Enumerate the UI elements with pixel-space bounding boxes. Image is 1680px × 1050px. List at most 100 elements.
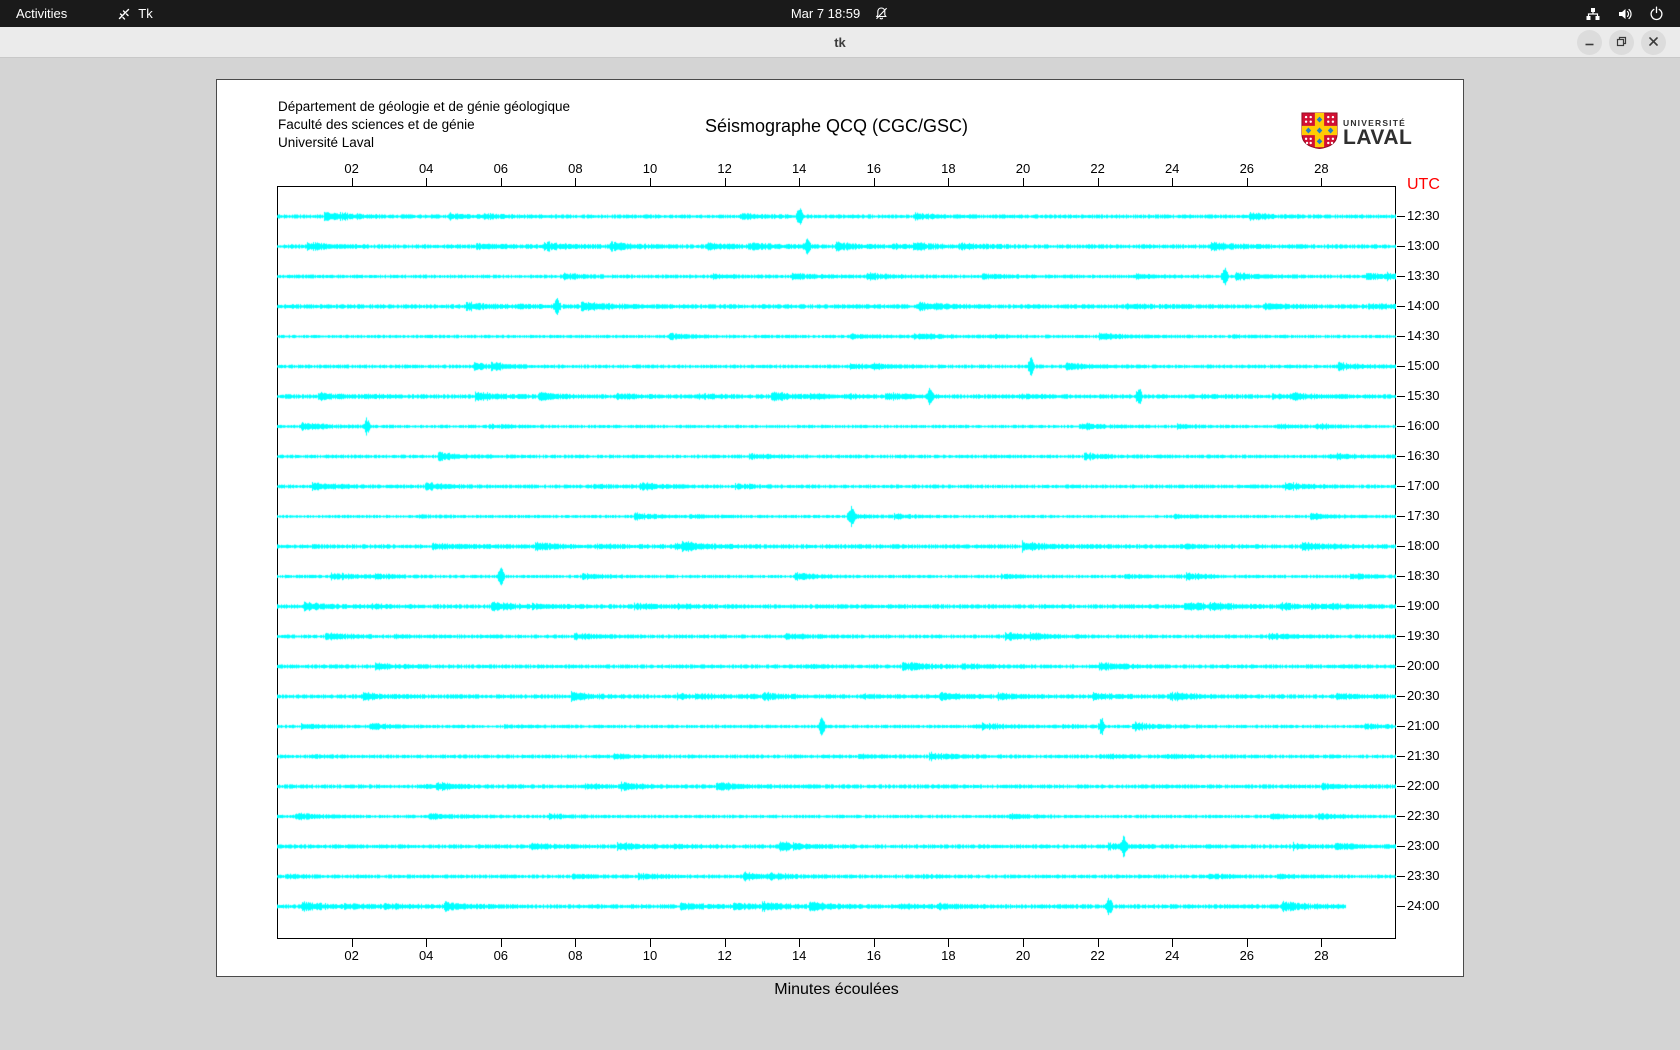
- x-tick: [873, 939, 875, 947]
- x-tick-label: 20: [1015, 161, 1031, 176]
- x-tick-label: 26: [1239, 161, 1255, 176]
- system-status-area[interactable]: [1569, 0, 1680, 27]
- x-tick-label: 04: [418, 161, 434, 176]
- time-tick: [1397, 846, 1405, 847]
- x-tick: [1321, 178, 1323, 186]
- desktop: Département de géologie et de génie géol…: [0, 58, 1680, 1050]
- time-tick: [1397, 786, 1405, 787]
- time-label: 14:30: [1407, 328, 1440, 343]
- time-tick: [1397, 756, 1405, 757]
- time-tick: [1397, 906, 1405, 907]
- time-label: 20:00: [1407, 658, 1440, 673]
- x-tick: [873, 178, 875, 186]
- x-tick: [724, 939, 726, 947]
- clock-area[interactable]: Mar 7 18:59: [791, 0, 889, 27]
- time-tick: [1397, 876, 1405, 877]
- window-title: tk: [834, 34, 846, 50]
- x-tick: [1321, 939, 1323, 947]
- time-label: 24:00: [1407, 898, 1440, 913]
- x-tick-label: 08: [568, 948, 583, 963]
- time-label: 16:30: [1407, 448, 1440, 463]
- x-tick: [575, 178, 577, 186]
- x-tick-label: 28: [1314, 948, 1329, 963]
- time-tick: [1397, 366, 1405, 367]
- time-tick: [1397, 306, 1405, 307]
- time-tick: [1397, 336, 1405, 337]
- time-label: 13:30: [1407, 268, 1440, 283]
- seismogram-traces-canvas: [277, 186, 1396, 939]
- x-tick: [426, 178, 428, 186]
- x-tick-label: 10: [642, 161, 658, 176]
- x-tick-label: 14: [791, 161, 807, 176]
- x-tick: [948, 178, 950, 186]
- tk-app-icon: [117, 7, 131, 21]
- time-tick: [1397, 816, 1405, 817]
- x-tick: [1246, 178, 1248, 186]
- page-title: Séismographe QCQ (CGC/GSC): [704, 116, 969, 136]
- time-tick: [1397, 636, 1405, 637]
- close-button[interactable]: [1641, 30, 1666, 55]
- x-tick-label: 18: [941, 161, 956, 176]
- window-titlebar[interactable]: tk: [0, 27, 1680, 58]
- laval-shield-icon: [1301, 112, 1338, 154]
- restore-button[interactable]: [1609, 30, 1634, 55]
- time-tick: [1397, 216, 1405, 217]
- time-tick: [1397, 486, 1405, 487]
- time-tick: [1397, 456, 1405, 457]
- x-tick: [351, 939, 353, 947]
- time-tick: [1397, 696, 1405, 697]
- x-tick: [948, 939, 950, 947]
- time-tick: [1397, 576, 1405, 577]
- x-tick-label: 26: [1239, 948, 1255, 963]
- laval-logo: UNIVERSITÉ LAVAL: [1301, 112, 1412, 154]
- x-tick: [799, 939, 801, 947]
- clock-label: Mar 7 18:59: [790, 6, 861, 21]
- time-label: 18:30: [1407, 568, 1440, 583]
- x-tick-label: 06: [493, 948, 509, 963]
- x-tick-label: 12: [717, 161, 732, 176]
- x-tick-label: 02: [344, 948, 359, 963]
- top-bar: Activities Tk Mar 7 18:59: [0, 0, 1680, 27]
- activities-button[interactable]: Activities: [0, 0, 83, 27]
- x-tick: [575, 939, 577, 947]
- x-tick: [1097, 178, 1099, 186]
- time-label: 18:00: [1407, 538, 1440, 553]
- time-label: 16:00: [1407, 418, 1440, 433]
- x-tick-label: 02: [344, 161, 359, 176]
- minimize-button[interactable]: [1577, 30, 1602, 55]
- x-tick-label: 24: [1164, 948, 1180, 963]
- time-tick: [1397, 546, 1405, 547]
- time-label: 20:30: [1407, 688, 1440, 703]
- time-label: 17:00: [1407, 478, 1440, 493]
- x-tick-label: 04: [418, 948, 434, 963]
- x-tick: [1172, 178, 1174, 186]
- x-axis-label: Minutes écoulées: [774, 981, 899, 998]
- time-label: 23:00: [1407, 838, 1440, 853]
- x-tick: [650, 178, 651, 186]
- tk-app-label: Tk: [138, 6, 153, 21]
- x-tick-label: 20: [1015, 948, 1031, 963]
- x-tick-label: 22: [1090, 161, 1105, 176]
- x-tick-label: 22: [1090, 948, 1105, 963]
- time-label: 21:00: [1407, 718, 1440, 733]
- x-tick-label: 16: [866, 161, 882, 176]
- tk-app-indicator[interactable]: Tk: [109, 0, 160, 27]
- time-label: 17:30: [1407, 508, 1440, 523]
- top-bar-left: Activities Tk: [0, 0, 161, 27]
- time-tick: [1397, 516, 1405, 517]
- time-tick: [1397, 666, 1405, 667]
- time-tick: [1397, 396, 1405, 397]
- x-tick-label: 16: [866, 948, 882, 963]
- x-tick: [799, 178, 801, 186]
- x-tick-label: 12: [717, 948, 732, 963]
- network-icon: [1585, 6, 1601, 22]
- time-label: 15:00: [1407, 358, 1440, 373]
- x-tick: [1023, 178, 1024, 186]
- activities-label: Activities: [16, 6, 68, 21]
- time-label: 13:00: [1407, 238, 1440, 253]
- x-tick: [1246, 939, 1248, 947]
- time-label: 19:30: [1407, 628, 1440, 643]
- time-label: 15:30: [1407, 388, 1440, 403]
- volume-icon: [1617, 6, 1633, 22]
- x-tick: [426, 939, 428, 947]
